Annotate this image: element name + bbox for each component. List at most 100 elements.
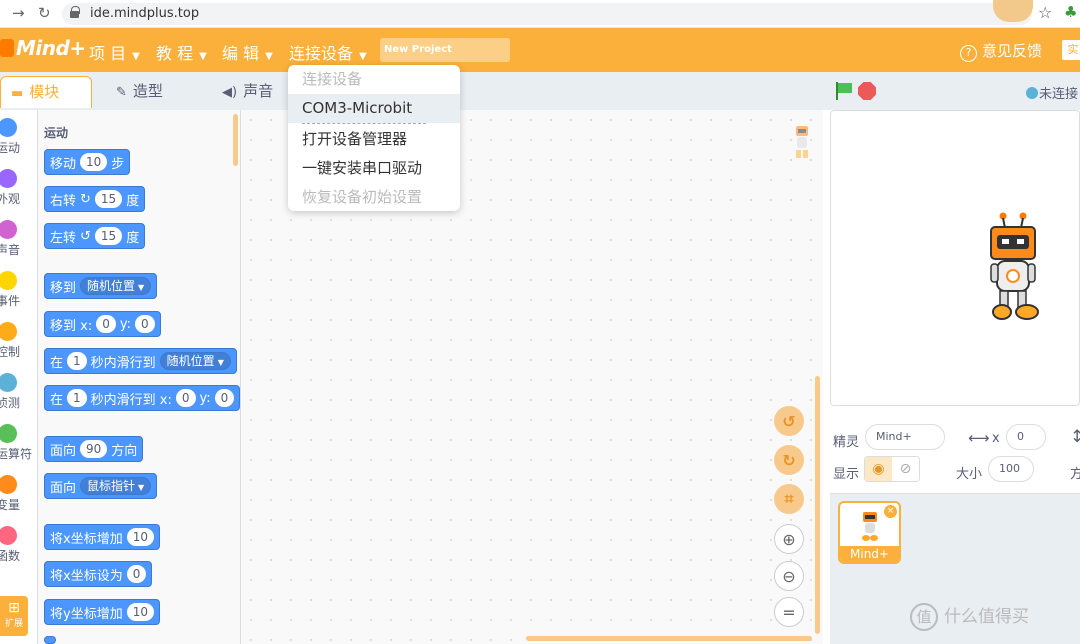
- block-text: 秒内滑行到: [90, 355, 156, 371]
- block-dropdown[interactable]: 鼠标指针 ▼: [80, 477, 152, 495]
- rotate-clockwise-icon: ↻: [80, 191, 91, 207]
- block-change-x[interactable]: 将x坐标增加 10: [44, 524, 160, 550]
- dropdown-item-connect-device: 连接设备: [302, 70, 363, 88]
- category-dot: [0, 118, 17, 137]
- sprite-card[interactable]: × Mind+: [838, 501, 901, 564]
- cleanup-button[interactable]: ⌗: [774, 484, 804, 514]
- eye-hidden-icon[interactable]: ⊘: [892, 457, 919, 481]
- block-number-input[interactable]: 1: [67, 389, 87, 407]
- zoom-out-button[interactable]: ⊖: [774, 561, 804, 591]
- block-number-input[interactable]: 0: [96, 315, 116, 333]
- block-move-steps[interactable]: 移动 10 步: [44, 149, 131, 175]
- eye-icon[interactable]: ◉: [865, 457, 892, 481]
- lab-button[interactable]: 实: [1062, 40, 1080, 60]
- category-dot: [0, 322, 17, 341]
- category-label: 运算符: [0, 447, 33, 461]
- block-glide-xy[interactable]: 在 1 秒内滑行到 x: 0 y: 0: [44, 385, 241, 411]
- block-partial[interactable]: [44, 636, 56, 644]
- menu-connect-label: 连接设备: [289, 44, 354, 63]
- tab-blocks[interactable]: ▬ 模块: [0, 76, 92, 108]
- category-dot: [0, 373, 17, 392]
- sprite-name-input[interactable]: Mind+: [865, 424, 945, 450]
- dropdown-value: 鼠标指针: [87, 479, 136, 493]
- block-change-y[interactable]: 将y坐标增加 10: [44, 599, 160, 625]
- watermark-text: 什么值得买: [944, 607, 1029, 627]
- block-number-input[interactable]: 1: [67, 352, 87, 370]
- block-point-direction[interactable]: 面向 90 方向: [44, 436, 144, 462]
- category-dot: [0, 526, 17, 545]
- redo-button[interactable]: ↻: [774, 445, 804, 475]
- block-turn-right[interactable]: 右转 ↻ 15 度: [44, 186, 146, 212]
- green-flag-icon[interactable]: [834, 82, 852, 100]
- menu-project[interactable]: 项 目 ▼: [89, 40, 140, 64]
- brush-icon: ✎: [116, 85, 127, 100]
- block-dropdown[interactable]: 随机位置 ▼: [159, 352, 231, 370]
- undo-button[interactable]: ↺: [774, 406, 804, 436]
- block-dropdown[interactable]: 随机位置 ▼: [80, 277, 152, 295]
- dropdown-item-install-driver[interactable]: 一键安装串口驱动: [288, 154, 460, 183]
- feedback-button[interactable]: ? 意见反馈: [960, 40, 1042, 62]
- sprite-label: 精灵: [833, 435, 860, 450]
- block-text: 移动: [50, 156, 77, 172]
- address-bar[interactable]: ide.mindplus.top: [62, 3, 1032, 25]
- menu-edit-label: 编 辑: [222, 44, 260, 63]
- palette-section-title: 运动: [44, 126, 69, 140]
- block-goto-xy[interactable]: 移到 x: 0 y: 0: [44, 311, 161, 337]
- block-goto[interactable]: 移到 随机位置 ▼: [44, 273, 158, 299]
- block-text: 在: [50, 392, 64, 408]
- zoom-reset-button[interactable]: =: [774, 597, 804, 627]
- x-input[interactable]: 0: [1006, 424, 1046, 450]
- block-glide[interactable]: 在 1 秒内滑行到 随机位置 ▼: [44, 348, 237, 374]
- extension-label: 扩展: [4, 619, 23, 629]
- app-logo[interactable]: Mind+: [16, 36, 86, 60]
- block-set-x[interactable]: 将x坐标设为 0: [44, 561, 153, 587]
- menu-edit[interactable]: 编 辑 ▼: [222, 40, 273, 64]
- block-text: 面向: [50, 480, 77, 496]
- block-number-input[interactable]: 90: [80, 440, 108, 458]
- delete-sprite-icon[interactable]: ×: [884, 505, 897, 518]
- add-extension-button[interactable]: ⊞ 扩展: [0, 596, 28, 636]
- workspace-horizontal-scrollbar[interactable]: [526, 636, 812, 641]
- block-number-input[interactable]: 0: [126, 565, 147, 583]
- tab-sounds-label: 声音: [243, 82, 274, 100]
- block-number-input[interactable]: 15: [94, 190, 123, 208]
- workspace-vertical-scrollbar[interactable]: [815, 376, 820, 634]
- dropdown-item-com3-microbit[interactable]: COM3-Microbit: [288, 94, 460, 123]
- palette-scrollbar[interactable]: [233, 114, 238, 166]
- workspace-sprite-thumbnail-icon: [796, 126, 808, 158]
- zoom-in-button[interactable]: ⊕: [774, 524, 804, 554]
- block-number-input[interactable]: 0: [214, 389, 235, 407]
- bookmark-star-icon[interactable]: ☆: [1038, 3, 1052, 22]
- tab-sounds[interactable]: ◀) 声音: [212, 76, 296, 108]
- lock-icon: [70, 6, 80, 18]
- dropdown-item-device-manager[interactable]: 打开设备管理器: [288, 125, 460, 154]
- dropdown-divider: [302, 123, 426, 124]
- menu-tutorial[interactable]: 教 程 ▼: [156, 40, 207, 64]
- stage[interactable]: [830, 110, 1080, 406]
- stop-icon[interactable]: [858, 82, 876, 100]
- redo-icon: ↻: [782, 450, 796, 470]
- block-point-towards[interactable]: 面向 鼠标指针 ▼: [44, 473, 158, 499]
- menu-connect-device[interactable]: 连接设备 ▼: [289, 40, 367, 64]
- block-number-input[interactable]: 10: [80, 153, 108, 171]
- x-arrows-icon: ⟷: [968, 429, 990, 447]
- visibility-toggle[interactable]: ◉ ⊘: [864, 456, 920, 482]
- mindplus-robot-sprite[interactable]: [985, 212, 1041, 322]
- block-number-input[interactable]: 0: [135, 315, 155, 333]
- block-number-input[interactable]: 15: [94, 227, 123, 245]
- block-number-input[interactable]: 10: [126, 603, 154, 621]
- size-input[interactable]: 100: [988, 456, 1034, 482]
- zoom-in-icon: ⊕: [782, 529, 796, 549]
- reload-icon[interactable]: ↻: [38, 4, 51, 22]
- tab-costumes[interactable]: ✎ 造型: [106, 76, 190, 108]
- block-text: 右转: [50, 193, 77, 209]
- question-icon: ?: [960, 45, 977, 62]
- block-number-input[interactable]: 0: [175, 389, 196, 407]
- block-number-input[interactable]: 10: [126, 528, 154, 546]
- clover-extension-icon[interactable]: ♣: [1064, 3, 1077, 21]
- block-turn-left[interactable]: 左转 ↺ 15 度: [44, 223, 146, 249]
- forward-icon[interactable]: →: [12, 4, 25, 22]
- caret-down-icon: ▼: [138, 483, 145, 492]
- project-name-input[interactable]: New Project: [380, 38, 510, 62]
- category-label: 事件: [0, 294, 21, 308]
